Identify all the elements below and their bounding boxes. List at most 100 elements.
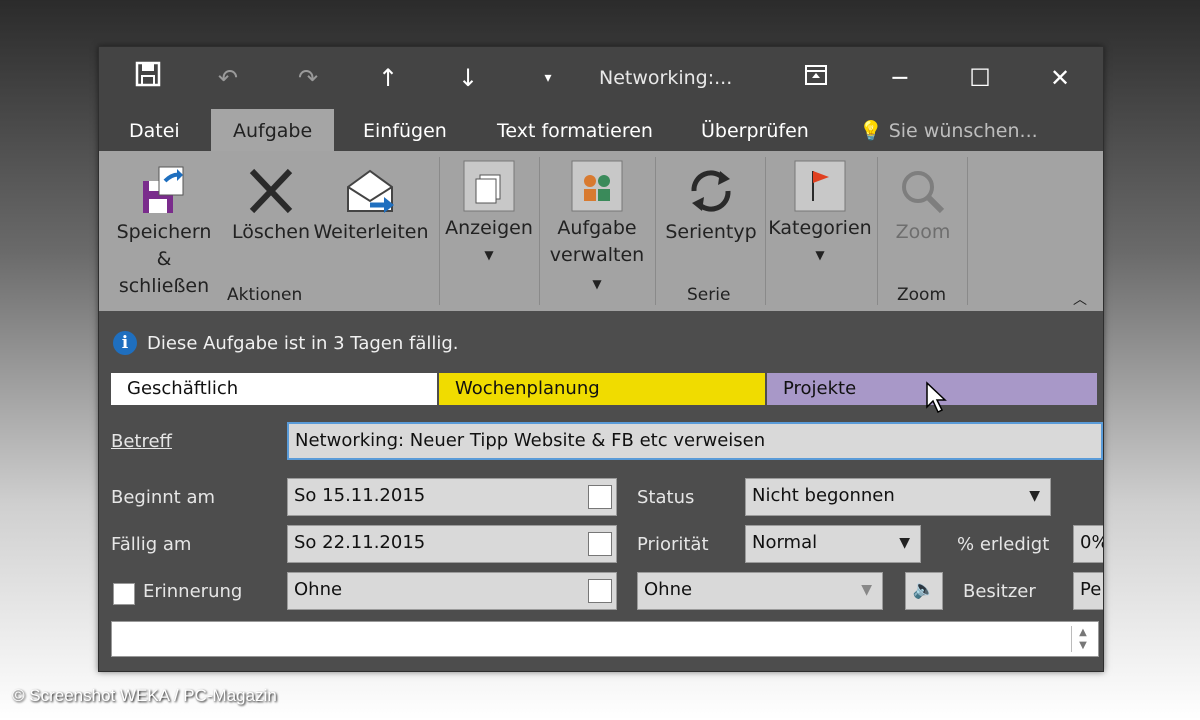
recurrence-icon bbox=[691, 170, 731, 212]
zoom-label: Zoom bbox=[895, 221, 951, 243]
subject-input[interactable]: Networking: Neuer Tipp Website & FB etc … bbox=[287, 422, 1103, 460]
category-geschaeftlich[interactable]: Geschäftlich bbox=[111, 373, 437, 405]
categories-dropdown-icon: ▼ bbox=[815, 248, 825, 262]
reminder-sound-button[interactable]: 🔈 bbox=[905, 572, 943, 610]
tab-ueberpruefen[interactable]: Überprüfen bbox=[701, 109, 809, 151]
calendar-icon[interactable] bbox=[588, 485, 612, 509]
flag-icon bbox=[794, 160, 846, 212]
group-label-actions: Aktionen bbox=[227, 285, 303, 305]
tell-me-box[interactable]: 💡 Sie wünschen... bbox=[859, 109, 1038, 151]
reminder-label: Erinnerung bbox=[143, 581, 243, 602]
categories-label: Kategorien bbox=[768, 217, 872, 239]
lightbulb-icon: 💡 bbox=[859, 120, 883, 142]
title-bar: ↶ ↷ ↑ ↓ ▾ Networking:... ─ ☐ ✕ bbox=[99, 47, 1103, 109]
undo-icon[interactable]: ↶ bbox=[211, 61, 245, 95]
window-title: Networking:... bbox=[599, 67, 733, 89]
owner-label: Besitzer bbox=[963, 581, 1036, 602]
chevron-down-icon: ▼ bbox=[899, 535, 910, 551]
priority-select[interactable]: Normal ▼ bbox=[745, 525, 921, 563]
tab-text-formatieren[interactable]: Text formatieren bbox=[497, 109, 653, 151]
group-label-zoom: Zoom bbox=[897, 285, 947, 305]
group-separator bbox=[439, 157, 440, 305]
group-separator bbox=[967, 157, 968, 305]
customize-quick-access-icon[interactable]: ▾ bbox=[531, 61, 565, 95]
owner-field[interactable]: Pe bbox=[1073, 572, 1103, 610]
task-window: ↶ ↷ ↑ ↓ ▾ Networking:... ─ ☐ ✕ Datei Auf… bbox=[98, 46, 1104, 672]
due-date-field[interactable]: So 22.11.2015 bbox=[287, 525, 617, 563]
show-dropdown-icon: ▼ bbox=[484, 248, 494, 262]
ribbon: Speichern & schließen Löschen Weiterleit… bbox=[99, 151, 1103, 311]
save-close-button[interactable]: Speichern & schließen bbox=[109, 163, 219, 300]
maximize-icon[interactable]: ☐ bbox=[963, 61, 997, 95]
start-date-value: So 15.11.2015 bbox=[294, 485, 426, 506]
redo-icon[interactable]: ↷ bbox=[291, 61, 325, 95]
save-icon[interactable] bbox=[131, 61, 165, 95]
chevron-down-icon: ▼ bbox=[861, 582, 872, 598]
group-separator bbox=[655, 157, 656, 305]
info-icon: i bbox=[113, 331, 137, 355]
priority-value: Normal bbox=[752, 532, 818, 553]
save-close-label-1: Speichern bbox=[116, 221, 212, 243]
forward-envelope-icon bbox=[347, 169, 394, 213]
recurrence-button[interactable]: Serientyp bbox=[659, 163, 763, 246]
start-date-field[interactable]: So 15.11.2015 bbox=[287, 478, 617, 516]
manage-task-icon bbox=[571, 160, 623, 212]
notes-scroll-icon[interactable]: ▲ ▼ bbox=[1071, 626, 1094, 652]
status-select[interactable]: Nicht begonnen ▼ bbox=[745, 478, 1051, 516]
reminder-time-select[interactable]: Ohne ▼ bbox=[637, 572, 883, 610]
info-text: Diese Aufgabe ist in 3 Tagen fällig. bbox=[147, 332, 459, 354]
ribbon-display-options-icon[interactable] bbox=[799, 61, 833, 95]
show-pages-icon bbox=[463, 160, 515, 212]
delete-label: Löschen bbox=[232, 221, 310, 243]
watermark: © Screenshot WEKA / PC-Magazin bbox=[12, 686, 277, 705]
priority-label: Priorität bbox=[637, 534, 709, 555]
status-value: Nicht begonnen bbox=[752, 485, 895, 506]
calendar-icon[interactable] bbox=[588, 532, 612, 556]
percent-complete-field[interactable]: 0% bbox=[1073, 525, 1103, 563]
reminder-date-field[interactable]: Ohne bbox=[287, 572, 617, 610]
arrow-down-icon[interactable]: ↓ bbox=[451, 61, 485, 95]
category-wochenplanung[interactable]: Wochenplanung bbox=[439, 373, 765, 405]
ribbon-tabs: Datei Aufgabe Einfügen Text formatieren … bbox=[99, 109, 1103, 151]
tab-datei[interactable]: Datei bbox=[129, 109, 180, 151]
reminder-checkbox[interactable] bbox=[113, 583, 135, 605]
info-bar: i Diese Aufgabe ist in 3 Tagen fällig. bbox=[113, 330, 459, 356]
chevron-down-icon: ▼ bbox=[1029, 488, 1040, 504]
percent-complete-label: % erledigt bbox=[957, 534, 1050, 555]
start-date-label: Beginnt am bbox=[111, 487, 216, 508]
group-separator bbox=[539, 157, 540, 305]
delete-x-icon bbox=[249, 168, 293, 214]
group-separator bbox=[877, 157, 878, 305]
tab-aufgabe[interactable]: Aufgabe bbox=[211, 109, 335, 151]
close-icon[interactable]: ✕ bbox=[1043, 61, 1077, 95]
tab-einfuegen[interactable]: Einfügen bbox=[363, 109, 447, 151]
tell-me-text: Sie wünschen... bbox=[888, 120, 1038, 142]
save-close-label-2: & schließen bbox=[118, 248, 210, 297]
manage-label-2: verwalten ▼ bbox=[549, 244, 645, 291]
collapse-ribbon-icon[interactable]: ︿ bbox=[1073, 289, 1087, 309]
recurrence-label: Serientyp bbox=[665, 221, 757, 243]
show-button[interactable]: Anzeigen ▼ bbox=[443, 159, 535, 269]
reminder-date-value: Ohne bbox=[294, 579, 343, 600]
notes-area[interactable]: ▲ ▼ bbox=[111, 621, 1099, 657]
forward-label: Weiterleiten bbox=[313, 221, 429, 243]
magnifier-icon bbox=[902, 171, 945, 214]
subject-label: Betreff bbox=[111, 431, 172, 452]
categories-button[interactable]: Kategorien ▼ bbox=[767, 159, 873, 269]
minimize-icon[interactable]: ─ bbox=[883, 61, 917, 95]
show-label: Anzeigen bbox=[445, 217, 533, 239]
forward-button[interactable]: Weiterleiten bbox=[313, 163, 429, 246]
manage-task-button[interactable]: Aufgabe verwalten ▼ bbox=[543, 159, 651, 298]
manage-label-1: Aufgabe bbox=[557, 217, 637, 239]
zoom-button[interactable]: Zoom bbox=[881, 163, 965, 246]
group-separator bbox=[765, 157, 766, 305]
arrow-up-icon[interactable]: ↑ bbox=[371, 61, 405, 95]
delete-button[interactable]: Löschen bbox=[225, 163, 317, 246]
status-label: Status bbox=[637, 487, 695, 508]
reminder-time-value: Ohne bbox=[644, 579, 693, 600]
speaker-icon: 🔈 bbox=[912, 579, 936, 600]
calendar-icon[interactable] bbox=[588, 579, 612, 603]
due-date-label: Fällig am bbox=[111, 534, 192, 555]
group-label-series: Serie bbox=[687, 285, 731, 305]
save-close-icon bbox=[143, 166, 184, 213]
